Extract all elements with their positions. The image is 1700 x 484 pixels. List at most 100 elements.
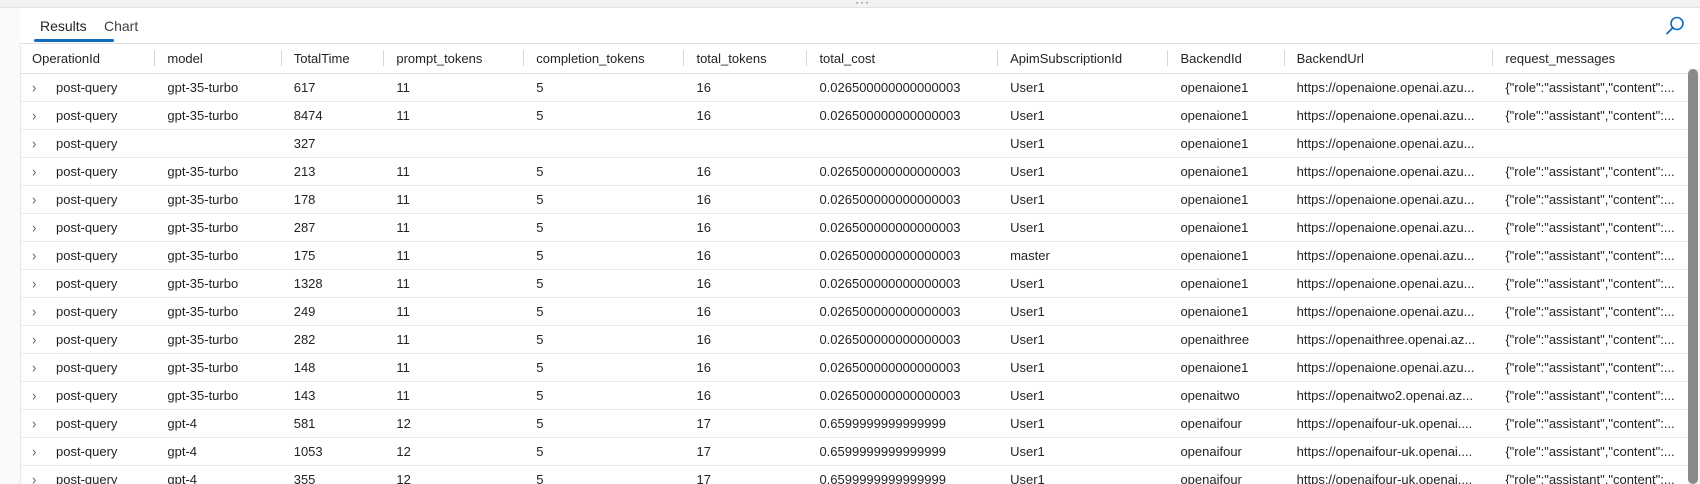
table-cell: 16 — [684, 353, 808, 382]
table-row[interactable]: › post-query gpt-4 1053 12 5 17 0.6599999999999… — [20, 437, 1700, 466]
table-cell: › post-query — [20, 325, 156, 354]
operation-id-value: post-query — [56, 332, 118, 347]
operation-id-value: post-query — [56, 276, 118, 291]
chevron-right-icon[interactable]: › — [32, 79, 42, 96]
table-cell: User1 — [998, 101, 1169, 130]
column-header[interactable]: model — [155, 43, 282, 74]
results-table: OperationId model TotalTime prompt_token… — [20, 43, 1700, 484]
table-cell: 5 — [524, 465, 685, 484]
chevron-right-icon[interactable]: › — [32, 107, 42, 124]
table-row[interactable]: › post-query gpt-35-turbo 175 11 5 16 0.0265000… — [20, 241, 1700, 270]
table-cell: 282 — [281, 325, 385, 354]
table-cell: 287 — [281, 213, 385, 242]
table-cell: User1 — [998, 129, 1169, 158]
table-row[interactable]: › post-query gpt-35-turbo 143 11 5 16 0.0265000… — [20, 381, 1700, 410]
table-cell: › post-query — [20, 101, 156, 130]
column-header[interactable]: OperationId — [20, 43, 156, 74]
table-cell: 12 — [384, 437, 525, 466]
table-cell: › post-query — [20, 465, 156, 484]
column-header[interactable]: ApimSubscriptionId — [998, 43, 1169, 74]
chevron-right-icon[interactable]: › — [32, 387, 42, 404]
column-header[interactable]: request_messages — [1493, 43, 1700, 74]
results-tabbar: Results Chart — [20, 8, 1700, 44]
table-cell: https://openaione.openai.azu... — [1284, 185, 1494, 214]
table-cell: 11 — [384, 381, 525, 410]
column-header[interactable]: TotalTime — [281, 43, 385, 74]
table-cell: gpt-35-turbo — [155, 241, 282, 270]
table-cell: https://openaione.openai.azu... — [1284, 101, 1494, 130]
table-cell: {"role":"assistant","content":... — [1493, 241, 1700, 270]
table-row[interactable]: › post-query 327 User1 openaione1 https://ope… — [20, 129, 1700, 158]
table-cell: https://openaione.openai.azu... — [1284, 129, 1494, 158]
chevron-right-icon[interactable]: › — [32, 415, 42, 432]
chevron-right-icon[interactable]: › — [32, 219, 42, 236]
table-cell — [1493, 129, 1700, 158]
chevron-right-icon[interactable]: › — [32, 331, 42, 348]
operation-id-value: post-query — [56, 304, 118, 319]
chevron-right-icon[interactable]: › — [32, 443, 42, 460]
table-body: › post-query gpt-35-turbo 617 11 5 16 0.0265000… — [20, 73, 1700, 484]
table-cell: 175 — [281, 241, 385, 270]
table-cell: 5 — [524, 437, 685, 466]
column-header[interactable]: total_cost — [807, 43, 999, 74]
column-header[interactable]: completion_tokens — [524, 43, 685, 74]
vertical-scrollbar[interactable] — [1688, 69, 1700, 484]
table-cell: 11 — [384, 73, 525, 102]
table-cell: {"role":"assistant","content":... — [1493, 73, 1700, 102]
chevron-right-icon[interactable]: › — [32, 163, 42, 180]
table-row[interactable]: › post-query gpt-35-turbo 282 11 5 16 0.0265000… — [20, 325, 1700, 354]
table-cell: 12 — [384, 409, 525, 438]
chevron-right-icon[interactable]: › — [32, 471, 42, 484]
chevron-right-icon[interactable]: › — [32, 247, 42, 264]
table-cell: › post-query — [20, 269, 156, 298]
table-cell: https://openaione.openai.azu... — [1284, 269, 1494, 298]
table-cell: gpt-35-turbo — [155, 353, 282, 382]
chevron-right-icon[interactable]: › — [32, 359, 42, 376]
scrollbar-thumb[interactable] — [1688, 69, 1698, 484]
chevron-right-icon[interactable]: › — [32, 191, 42, 208]
table-cell: 0.6599999999999999 — [807, 465, 999, 484]
chevron-right-icon[interactable]: › — [32, 135, 42, 152]
table-cell: {"role":"assistant","content":... — [1493, 325, 1700, 354]
table-cell: gpt-35-turbo — [155, 213, 282, 242]
table-cell: 11 — [384, 297, 525, 326]
table-cell: User1 — [998, 381, 1169, 410]
table-cell: 0.026500000000000003 — [807, 381, 999, 410]
table-row[interactable]: › post-query gpt-4 581 12 5 17 0.65999999999999… — [20, 409, 1700, 438]
table-cell: https://openaifour-uk.openai.... — [1284, 409, 1494, 438]
table-row[interactable]: › post-query gpt-35-turbo 178 11 5 16 0.0265000… — [20, 185, 1700, 214]
chevron-right-icon[interactable]: › — [32, 275, 42, 292]
table-row[interactable]: › post-query gpt-35-turbo 249 11 5 16 0.0265000… — [20, 297, 1700, 326]
table-cell: User1 — [998, 325, 1169, 354]
table-row[interactable]: › post-query gpt-35-turbo 148 11 5 16 0.0265000… — [20, 353, 1700, 382]
tab-chart[interactable]: Chart — [104, 18, 138, 34]
table-cell: 16 — [684, 185, 808, 214]
table-cell: 5 — [524, 101, 685, 130]
column-header[interactable]: total_tokens — [684, 43, 808, 74]
table-row[interactable]: › post-query gpt-35-turbo 287 11 5 16 0.0265000… — [20, 213, 1700, 242]
table-cell: 0.026500000000000003 — [807, 325, 999, 354]
table-cell: openaitwo — [1168, 381, 1285, 410]
table-row[interactable]: › post-query gpt-4 355 12 5 17 0.65999999999999… — [20, 465, 1700, 484]
table-cell: › post-query — [20, 241, 156, 270]
table-cell: › post-query — [20, 437, 156, 466]
table-cell: 12 — [384, 465, 525, 484]
table-cell — [524, 129, 685, 158]
table-row[interactable]: › post-query gpt-35-turbo 8474 11 5 16 0.026500… — [20, 101, 1700, 130]
operation-id-value: post-query — [56, 220, 118, 235]
table-cell: 5 — [524, 73, 685, 102]
table-cell: User1 — [998, 465, 1169, 484]
chevron-right-icon[interactable]: › — [32, 303, 42, 320]
table-cell: {"role":"assistant","content":... — [1493, 185, 1700, 214]
table-cell: gpt-35-turbo — [155, 325, 282, 354]
column-header[interactable]: BackendId — [1168, 43, 1285, 74]
table-cell: https://openaione.openai.azu... — [1284, 157, 1494, 186]
table-row[interactable]: › post-query gpt-35-turbo 617 11 5 16 0.0265000… — [20, 73, 1700, 102]
table-row[interactable]: › post-query gpt-35-turbo 213 11 5 16 0.0265000… — [20, 157, 1700, 186]
tab-results[interactable]: Results — [40, 18, 87, 34]
table-row[interactable]: › post-query gpt-35-turbo 1328 11 5 16 0.026500… — [20, 269, 1700, 298]
column-header[interactable]: BackendUrl — [1284, 43, 1494, 74]
column-header[interactable]: prompt_tokens — [384, 43, 525, 74]
table-cell: openaione1 — [1168, 185, 1285, 214]
search-button[interactable] — [1664, 15, 1686, 37]
